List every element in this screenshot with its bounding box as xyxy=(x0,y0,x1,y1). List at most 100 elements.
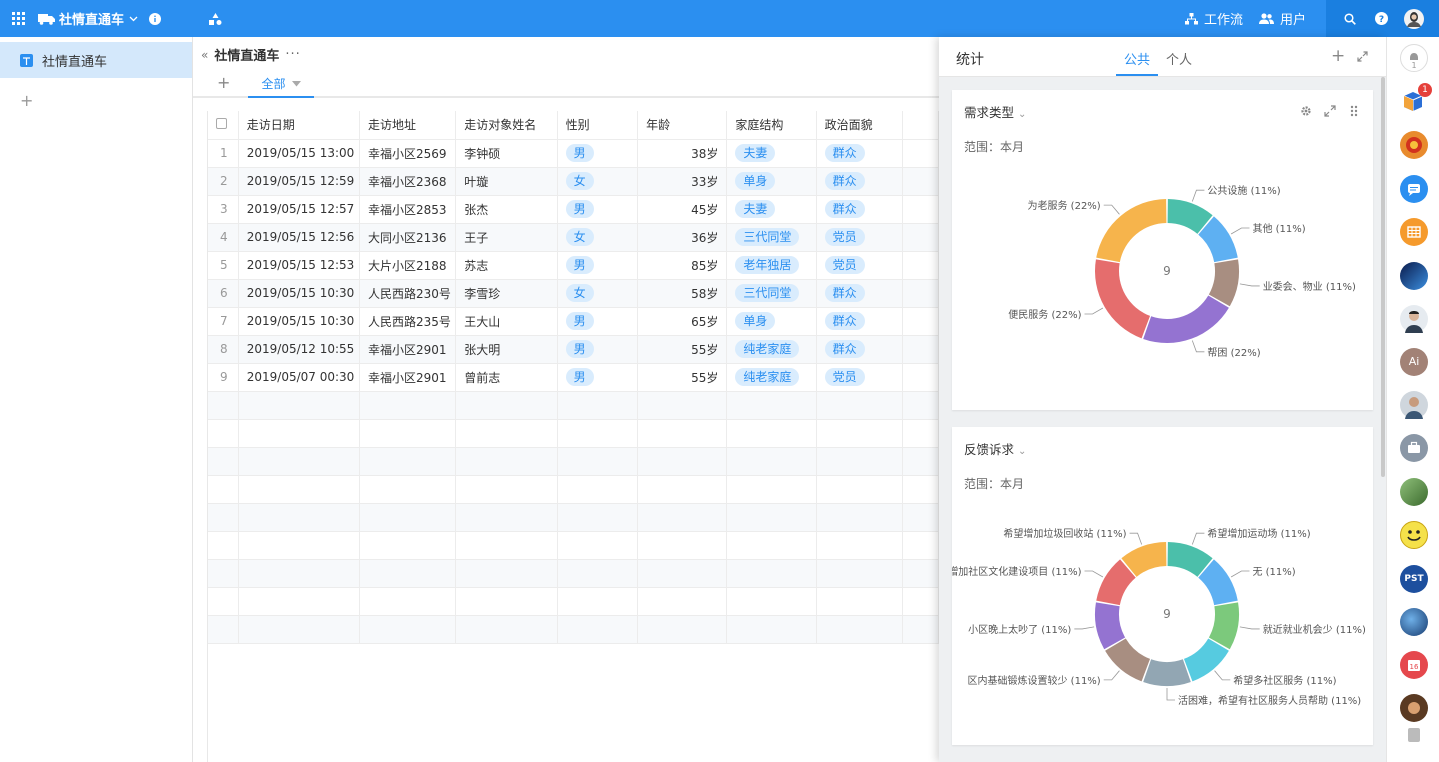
users-button[interactable]: 用户 xyxy=(1259,0,1306,37)
row-number[interactable]: 8 xyxy=(208,335,239,364)
table-cell[interactable]: 幸福小区2901 xyxy=(359,363,457,392)
table-cell[interactable] xyxy=(816,419,904,448)
column-header[interactable]: 年龄 xyxy=(637,111,728,140)
table-cell[interactable] xyxy=(726,615,817,644)
table-row[interactable]: 5 2019/05/15 12:53 大片小区2188 苏志男 85岁 老年独居 党员 xyxy=(208,251,939,280)
table-cell[interactable] xyxy=(455,531,558,560)
table-cell[interactable] xyxy=(359,447,457,476)
table-cell[interactable] xyxy=(455,447,558,476)
column-header[interactable]: 性别 xyxy=(557,111,639,140)
table-cell[interactable] xyxy=(902,447,939,476)
table-cell[interactable] xyxy=(455,475,558,504)
table-cell[interactable] xyxy=(902,195,939,224)
chat-icon[interactable] xyxy=(1400,175,1428,203)
app-avatar-nature[interactable] xyxy=(1400,478,1428,506)
table-cell[interactable]: 夫妻 xyxy=(726,195,817,224)
table-cell[interactable] xyxy=(557,503,639,532)
table-cell[interactable]: 群众 xyxy=(816,279,904,308)
table-cell[interactable] xyxy=(637,587,728,616)
table-cell[interactable] xyxy=(359,615,457,644)
table-cell[interactable]: 2019/05/07 00:30 xyxy=(238,363,360,392)
table-cell[interactable] xyxy=(726,503,817,532)
table-cell[interactable] xyxy=(359,475,457,504)
fullscreen-icon[interactable] xyxy=(1324,105,1336,117)
table-cell[interactable]: 苏志 xyxy=(455,251,558,280)
contact-avatar[interactable] xyxy=(1400,391,1428,419)
table-cell[interactable] xyxy=(902,307,939,336)
table-cell[interactable] xyxy=(455,615,558,644)
smiley-avatar[interactable] xyxy=(1400,521,1428,549)
table-cell[interactable] xyxy=(902,223,939,252)
table-cell[interactable] xyxy=(726,587,817,616)
table-cell[interactable] xyxy=(637,559,728,588)
table-cell[interactable] xyxy=(902,139,939,168)
table-cell[interactable]: 女 xyxy=(557,279,639,308)
workflow-button[interactable]: 工作流 xyxy=(1185,0,1243,37)
table-row[interactable] xyxy=(208,615,939,644)
contact-avatar[interactable] xyxy=(1400,305,1428,333)
row-number[interactable]: 6 xyxy=(208,279,239,308)
table-cell[interactable]: 夫妻 xyxy=(726,139,817,168)
table-cell[interactable] xyxy=(902,615,939,644)
table-cell[interactable] xyxy=(816,391,904,420)
shapes-icon[interactable] xyxy=(209,0,222,37)
table-cell[interactable] xyxy=(902,559,939,588)
table-cell[interactable] xyxy=(359,587,457,616)
table-cell[interactable]: 2019/05/15 12:53 xyxy=(238,251,360,280)
table-cell[interactable] xyxy=(238,503,360,532)
add-sheet-button[interactable]: + xyxy=(20,91,33,110)
table-cell[interactable] xyxy=(726,419,817,448)
column-header[interactable]: 走访日期 xyxy=(238,111,360,140)
table-cell[interactable]: 张杰 xyxy=(455,195,558,224)
emblem-icon[interactable] xyxy=(1400,131,1428,159)
table-cell[interactable] xyxy=(816,531,904,560)
table-cell[interactable]: 三代同堂 xyxy=(726,279,817,308)
table-cell[interactable] xyxy=(455,391,558,420)
table-cell[interactable] xyxy=(726,475,817,504)
table-cell[interactable]: 党员 xyxy=(816,223,904,252)
table-cell[interactable]: 大同小区2136 xyxy=(359,223,457,252)
table-cell[interactable]: 男 xyxy=(557,139,639,168)
table-cell[interactable] xyxy=(238,587,360,616)
table-cell[interactable] xyxy=(902,531,939,560)
table-cell[interactable] xyxy=(902,475,939,504)
search-icon[interactable] xyxy=(1344,0,1356,37)
table-cell[interactable] xyxy=(238,531,360,560)
table-cell[interactable] xyxy=(902,335,939,364)
app-avatar-city[interactable] xyxy=(1400,262,1428,290)
table-cell[interactable]: 45岁 xyxy=(637,195,728,224)
table-cell[interactable]: 王大山 xyxy=(455,307,558,336)
column-header[interactable]: 走访地址 xyxy=(359,111,457,140)
row-number[interactable]: 2 xyxy=(208,167,239,196)
settings-icon[interactable] xyxy=(1300,105,1312,117)
table-cell[interactable] xyxy=(557,447,639,476)
more-icon[interactable]: ··· xyxy=(285,47,300,62)
table-cell[interactable]: 2019/05/15 10:30 xyxy=(238,307,360,336)
table-cell[interactable] xyxy=(726,559,817,588)
table-cell[interactable] xyxy=(557,475,639,504)
table-cell[interactable] xyxy=(455,419,558,448)
table-row[interactable] xyxy=(208,587,939,616)
table-cell[interactable]: 群众 xyxy=(816,139,904,168)
panel-scrollbar[interactable] xyxy=(1381,77,1385,477)
table-cell[interactable]: 群众 xyxy=(816,167,904,196)
apps-grid-icon[interactable] xyxy=(12,0,26,37)
table-cell[interactable]: 2019/05/12 10:55 xyxy=(238,335,360,364)
table-cell[interactable] xyxy=(208,391,239,420)
table-cell[interactable] xyxy=(208,587,239,616)
table-cell[interactable]: 单身 xyxy=(726,167,817,196)
row-number[interactable]: 9 xyxy=(208,363,239,392)
column-header[interactable]: 走访对象姓名 xyxy=(455,111,558,140)
table-cell[interactable]: 曾前志 xyxy=(455,363,558,392)
table-cell[interactable]: 2019/05/15 12:57 xyxy=(238,195,360,224)
column-header[interactable] xyxy=(902,111,939,140)
table-cell[interactable]: 幸福小区2853 xyxy=(359,195,457,224)
table-cell[interactable]: 2019/05/15 12:59 xyxy=(238,167,360,196)
table-cell[interactable]: 2019/05/15 13:00 xyxy=(238,139,360,168)
table-cell[interactable]: 张大明 xyxy=(455,335,558,364)
table-cell[interactable] xyxy=(359,391,457,420)
table-cell[interactable]: 党员 xyxy=(816,251,904,280)
table-cell[interactable] xyxy=(455,587,558,616)
table-cell[interactable] xyxy=(637,475,728,504)
table-cell[interactable]: 人民西路230号 xyxy=(359,279,457,308)
